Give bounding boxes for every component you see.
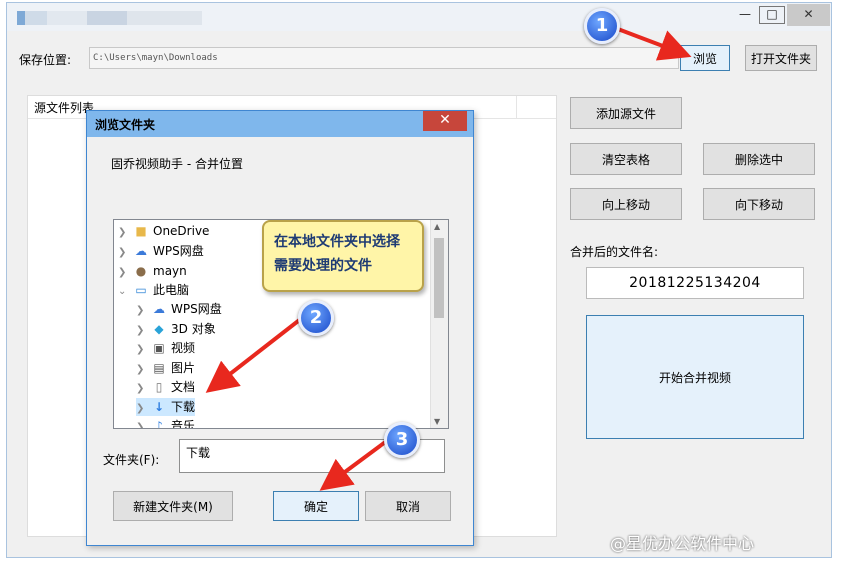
arrow-to-browse [609,24,692,61]
step-2-badge: 2 [298,300,334,336]
arrow-to-downloads [205,316,304,393]
step-3-badge: 3 [384,422,420,458]
watermark: @星优办公软件中心 [610,534,755,553]
arrow-to-ok [319,438,390,491]
step-1-badge: 1 [584,8,620,44]
annotation-arrows [205,24,692,491]
